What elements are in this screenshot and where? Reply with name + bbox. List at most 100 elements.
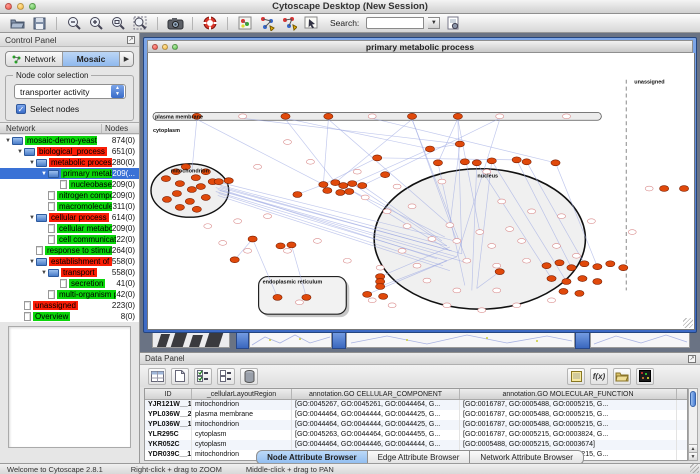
graph-node-unselected[interactable] [219,241,227,246]
graph-node[interactable] [495,269,504,275]
graph-node[interactable] [187,187,196,193]
zoom-in-icon[interactable] [87,15,105,31]
tree-row[interactable]: ▼biological_process651(0) [0,146,139,157]
tree-row[interactable]: nitrogen compo209(0) [0,190,139,201]
disclosure-triangle-icon[interactable]: ▼ [16,149,24,155]
vizmapper-icon[interactable] [236,15,254,31]
tree-row[interactable]: unassigned223(0) [0,300,139,311]
graph-node[interactable] [175,204,184,210]
graph-node-unselected[interactable] [572,253,580,258]
graph-node[interactable] [175,181,184,187]
graph-node-unselected[interactable] [553,244,561,249]
graph-node[interactable] [551,160,560,166]
graph-node[interactable] [324,113,333,119]
graph-node-unselected[interactable] [361,195,369,200]
tree-row[interactable]: macromolecule311(0) [0,201,139,212]
zoom-fit-icon[interactable] [109,15,127,31]
page-settings-icon[interactable] [444,15,462,31]
tree-row[interactable]: ▼mosaic-demo-yeast874(0) [0,135,139,146]
graph-node-unselected[interactable] [306,159,314,164]
layout-network-alt-icon[interactable] [280,15,298,31]
snapshot-camera-icon[interactable] [166,15,184,31]
graph-node[interactable] [593,279,602,285]
graph-node-unselected[interactable] [453,288,461,293]
disclosure-triangle-icon[interactable]: ▼ [4,138,12,144]
graph-node[interactable] [606,261,615,267]
graph-node[interactable] [542,263,551,269]
import-folder-icon[interactable] [613,368,631,385]
graph-node-unselected[interactable] [234,219,242,224]
graph-node[interactable] [276,243,285,249]
graph-node-unselected[interactable] [393,184,401,189]
graph-node[interactable] [547,276,556,282]
graph-node[interactable] [161,176,170,182]
graph-node[interactable] [293,192,302,198]
graph-edge[interactable] [385,118,500,174]
table-row[interactable]: YKR052Ccytoplasm[GO:0044464, GO:0044446,… [145,440,687,450]
window-resize-grip[interactable] [683,318,693,328]
disclosure-triangle-icon[interactable]: ▼ [28,259,36,265]
graph-node-unselected[interactable] [368,298,376,303]
graph-node-unselected[interactable] [496,114,504,119]
disclosure-triangle-icon[interactable]: ▼ [40,171,48,177]
graph-node-unselected[interactable] [204,224,212,229]
scrollbar-thumb[interactable] [690,391,696,407]
graph-node-unselected[interactable] [628,230,636,235]
save-icon[interactable] [30,15,48,31]
graph-node[interactable] [230,257,239,263]
graph-node-unselected[interactable] [368,114,376,119]
graph-node-unselected[interactable] [239,114,247,119]
graph-node[interactable] [373,155,382,161]
table-row[interactable]: YPL036W__1mitochondrion[GO:0044464, GO:0… [145,420,687,430]
tree-row[interactable]: Overview8(0) [0,311,139,322]
graph-node-unselected[interactable] [478,308,486,313]
graph-node[interactable] [191,175,200,181]
graph-node[interactable] [487,158,496,164]
graph-node[interactable] [339,183,348,189]
graph-node[interactable] [580,261,589,267]
disclosure-triangle-icon[interactable]: ▼ [28,215,36,221]
graph-node[interactable] [381,172,390,178]
delete-attribute-icon[interactable] [240,368,258,385]
graph-node[interactable] [273,294,282,300]
graph-node-unselected[interactable] [388,303,396,308]
graph-node-unselected[interactable] [383,209,391,214]
graph-node[interactable] [162,196,171,202]
tab-mosaic[interactable]: Mosaic [63,52,120,66]
select-attributes-icon[interactable] [194,368,212,385]
graph-node[interactable] [319,182,328,188]
graph-node[interactable] [201,194,210,200]
graph-edge[interactable] [323,119,328,184]
notepad-icon[interactable] [567,368,585,385]
graph-node-unselected[interactable] [313,239,321,244]
graph-node[interactable] [248,236,257,242]
graph-node[interactable] [567,265,576,271]
graph-node[interactable] [345,189,354,195]
tree-row[interactable]: cell communicat22(0) [0,234,139,245]
float-panel-icon[interactable]: ↗ [127,36,135,44]
tree-row[interactable]: ▼metabolic process280(0) [0,157,139,168]
graph-node-unselected[interactable] [446,223,454,228]
search-input[interactable] [366,17,424,29]
float-data-panel-icon[interactable]: ↗ [688,355,696,363]
graph-node-unselected[interactable] [498,199,506,204]
graph-node[interactable] [512,157,521,163]
table-row[interactable]: YLR295Ccytoplasm[GO:0045263, GO:0044464,… [145,430,687,440]
table-column-header[interactable]: _cellularLayoutRegion [192,389,292,399]
network-window-titlebar[interactable]: primary metabolic process [147,40,693,53]
graph-node[interactable] [559,288,568,294]
graph-node-unselected[interactable] [413,263,421,268]
window-titlebar[interactable]: Cytoscape Desktop (New Session) [0,0,700,14]
graph-node-unselected[interactable] [518,239,526,244]
graph-node-unselected[interactable] [645,186,653,191]
graph-node-unselected[interactable] [528,209,536,214]
graph-node-unselected[interactable] [438,179,446,184]
graph-node-unselected[interactable] [506,227,514,232]
graph-node[interactable] [453,113,462,119]
graph-node[interactable] [379,293,388,299]
graph-node[interactable] [323,188,332,194]
tree-row[interactable]: ▼establishment of lo558(0) [0,256,139,267]
graph-node-unselected[interactable] [284,248,292,253]
graph-node[interactable] [562,279,571,285]
open-folder-icon[interactable] [8,15,26,31]
